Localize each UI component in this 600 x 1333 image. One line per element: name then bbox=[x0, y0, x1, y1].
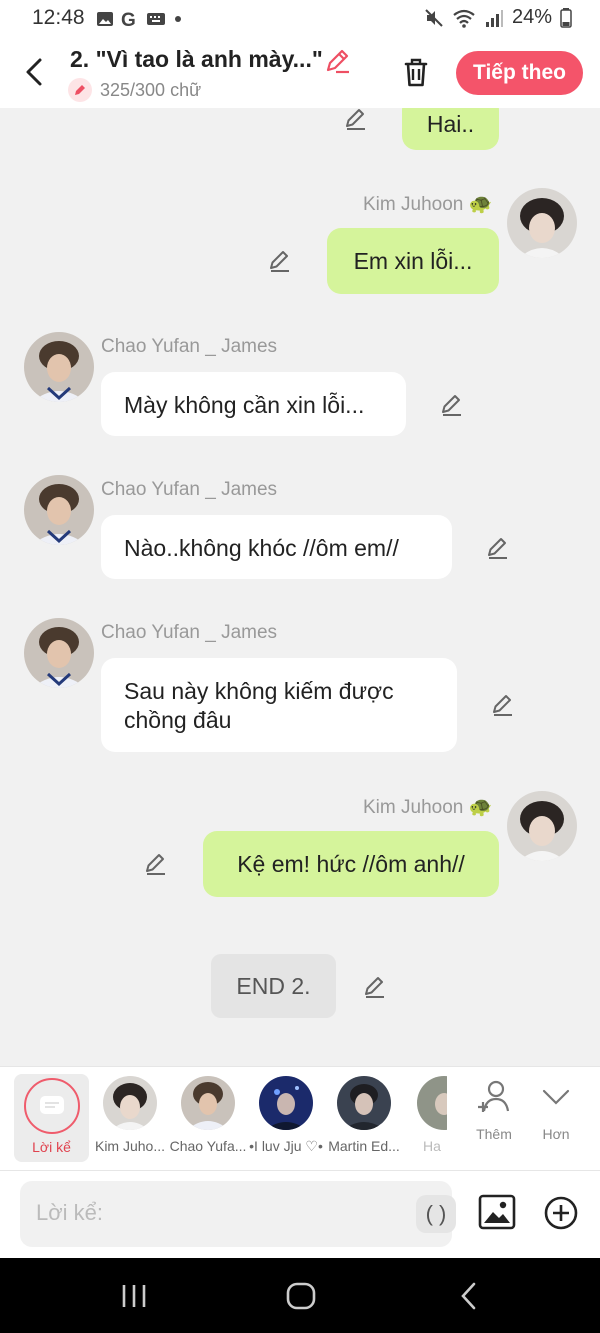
keyboard-icon bbox=[147, 13, 165, 25]
narration-input[interactable]: Lời kể: ( ) bbox=[20, 1181, 456, 1247]
character-chip[interactable]: Ha bbox=[403, 1076, 447, 1154]
character-count-text: 325/300 chữ bbox=[100, 79, 202, 100]
avatar-chao-yufan[interactable] bbox=[24, 475, 94, 545]
edit-message-icon[interactable] bbox=[343, 108, 369, 132]
message-bubble-user[interactable]: Kệ em! hức //ôm anh// bbox=[203, 831, 499, 897]
message-bubble-character[interactable]: Nào..không khóc //ôm em// bbox=[101, 515, 452, 579]
sender-name: Chao Yufan _ James bbox=[101, 479, 278, 500]
status-right: 24% bbox=[424, 6, 572, 29]
edit-message-icon[interactable] bbox=[490, 692, 516, 718]
sender-name: Kim Juhoon 🐢 bbox=[363, 194, 493, 215]
next-button[interactable]: Tiếp theo bbox=[456, 51, 583, 95]
gallery-icon bbox=[97, 12, 113, 26]
avatar-chao-yufan[interactable] bbox=[24, 618, 94, 688]
chat-area[interactable]: Hai.. Kim Juhoon 🐢 Em xin lỗi... Chao Yu… bbox=[0, 108, 600, 1066]
character-chip[interactable]: •I luv Jju ♡• bbox=[247, 1076, 325, 1155]
character-name: Kim Juho... bbox=[94, 1138, 166, 1154]
system-nav-bar bbox=[0, 1258, 600, 1333]
input-placeholder: Lời kể: bbox=[36, 1200, 104, 1225]
character-chip[interactable]: Martin Ed... bbox=[325, 1076, 403, 1154]
wifi-icon bbox=[453, 9, 475, 28]
pencil-badge-icon bbox=[68, 78, 92, 102]
character-avatar bbox=[259, 1076, 313, 1130]
recent-apps-icon[interactable] bbox=[118, 1282, 150, 1310]
character-chip[interactable]: Kim Juho... bbox=[91, 1076, 169, 1154]
message-bubble-user[interactable]: Hai.. bbox=[402, 108, 499, 150]
chapter-title[interactable]: 2. "Vì tao là anh mày..." bbox=[70, 46, 323, 73]
more-label: Hơn bbox=[542, 1126, 570, 1142]
sender-name: Kim Juhoon 🐢 bbox=[363, 797, 493, 818]
edit-message-icon[interactable] bbox=[143, 851, 169, 877]
narration-icon bbox=[24, 1078, 80, 1134]
narration-selector[interactable]: Lời kể bbox=[14, 1074, 89, 1162]
edit-title-icon[interactable] bbox=[322, 46, 352, 76]
message-text: Mày không cần xin lỗi... bbox=[124, 392, 365, 418]
edit-message-icon[interactable] bbox=[439, 392, 465, 418]
message-bubble-character[interactable]: Sau này không kiếm được chồng đâu bbox=[101, 658, 457, 752]
character-name: Ha bbox=[423, 1138, 441, 1154]
action-parentheses-button[interactable]: ( ) bbox=[416, 1195, 456, 1233]
message-text: Nào..không khóc //ôm em// bbox=[124, 535, 399, 561]
character-selector: Lời kể Kim Juho... Chao Yufa... •I luv J… bbox=[0, 1066, 600, 1170]
sender-name: Chao Yufan _ James bbox=[101, 622, 278, 643]
character-avatar bbox=[181, 1076, 235, 1130]
avatar-kim-juhoon[interactable] bbox=[507, 791, 577, 861]
svg-text:G: G bbox=[121, 10, 136, 29]
character-avatar bbox=[417, 1076, 447, 1130]
character-chip[interactable]: Chao Yufa... bbox=[169, 1076, 247, 1154]
message-text: Hai.. bbox=[426, 111, 475, 137]
mute-icon bbox=[425, 8, 443, 27]
character-name: Chao Yufa... bbox=[169, 1138, 247, 1154]
story-header: 2. "Vì tao là anh mày..." 325/300 chữ Ti… bbox=[0, 36, 600, 108]
notification-icons: G bbox=[96, 9, 184, 29]
edit-end-icon[interactable] bbox=[362, 974, 388, 1000]
battery-icon bbox=[560, 7, 572, 28]
message-text-line-1: Sau này không kiếm được bbox=[124, 678, 394, 704]
image-icon[interactable] bbox=[478, 1193, 516, 1231]
signal-icon bbox=[485, 9, 503, 27]
home-icon[interactable] bbox=[284, 1280, 318, 1312]
status-bar: 12:48 G 24% bbox=[0, 0, 600, 36]
character-name: Martin Ed... bbox=[328, 1138, 400, 1154]
message-text: Em xin lỗi... bbox=[353, 248, 473, 274]
avatar-chao-yufan[interactable] bbox=[24, 332, 94, 402]
message-bubble-character[interactable]: Mày không cần xin lỗi... bbox=[101, 372, 406, 436]
back-arrow-icon[interactable] bbox=[18, 52, 52, 92]
character-name: •I luv Jju ♡• bbox=[249, 1138, 323, 1154]
edit-message-icon[interactable] bbox=[485, 535, 511, 561]
dot-icon bbox=[175, 16, 181, 22]
edit-message-icon[interactable] bbox=[267, 248, 293, 274]
battery-percent: 24% bbox=[511, 6, 552, 28]
google-icon: G bbox=[121, 10, 136, 29]
status-time: 12:48 bbox=[32, 6, 85, 29]
add-person-icon bbox=[478, 1080, 510, 1112]
more-button[interactable]: Hơn bbox=[524, 1077, 588, 1142]
character-count: 325/300 chữ bbox=[68, 78, 201, 102]
sender-name: Chao Yufan _ James bbox=[101, 336, 278, 357]
character-avatar bbox=[337, 1076, 391, 1130]
add-circle-icon[interactable] bbox=[543, 1195, 579, 1231]
message-text: Kệ em! hức //ôm anh// bbox=[237, 851, 465, 877]
narration-label: Lời kể bbox=[32, 1139, 71, 1155]
chapter-end-card[interactable]: END 2. bbox=[211, 954, 336, 1018]
avatar-kim-juhoon[interactable] bbox=[507, 188, 577, 258]
character-avatar bbox=[103, 1076, 157, 1130]
message-bubble-user[interactable]: Em xin lỗi... bbox=[327, 228, 499, 294]
message-text-line-2: chồng đâu bbox=[124, 707, 232, 733]
back-icon[interactable] bbox=[456, 1280, 482, 1312]
trash-icon[interactable] bbox=[398, 54, 434, 90]
compose-bar: Lời kể: ( ) bbox=[0, 1170, 600, 1259]
add-character-button[interactable]: Thêm bbox=[462, 1077, 526, 1142]
chevron-down-icon bbox=[542, 1089, 570, 1105]
add-character-label: Thêm bbox=[476, 1126, 512, 1142]
